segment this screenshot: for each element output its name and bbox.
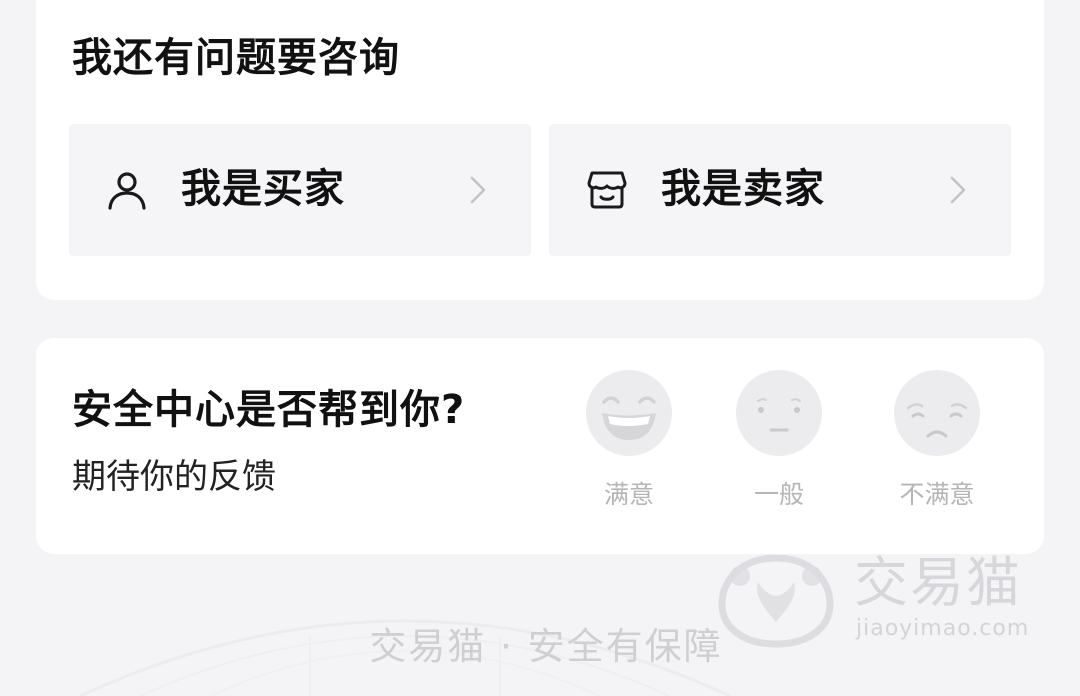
buyer-label: 我是买家 bbox=[181, 166, 345, 212]
chevron-right-icon bbox=[950, 176, 966, 204]
shop-icon bbox=[587, 171, 627, 209]
feedback-title: 安全中心是否帮到你? bbox=[72, 387, 466, 433]
laughing-face-icon bbox=[586, 370, 672, 456]
rating-satisfied-label: 满意 bbox=[603, 480, 654, 509]
neutral-face-icon bbox=[736, 370, 822, 456]
consult-card: 我还有问题要咨询 我是买家 我是卖家 bbox=[36, 0, 1044, 300]
rating-unsatisfied-button[interactable]: 不满意 bbox=[887, 368, 987, 507]
sad-face-icon bbox=[894, 370, 980, 456]
feedback-subtitle: 期待你的反馈 bbox=[72, 457, 276, 497]
buyer-entry-button[interactable]: 我是买家 bbox=[69, 124, 531, 256]
watermark-domain: jiaoyimao.com bbox=[856, 616, 1030, 641]
seller-label: 我是卖家 bbox=[661, 166, 825, 212]
watermark-brand: 交易猫 bbox=[854, 551, 1022, 614]
rating-neutral-label: 一般 bbox=[753, 480, 804, 509]
user-icon bbox=[108, 172, 146, 210]
rating-unsatisfied-label: 不满意 bbox=[899, 480, 975, 509]
chevron-right-icon bbox=[470, 176, 486, 204]
rating-satisfied-button[interactable]: 满意 bbox=[579, 368, 679, 507]
watermark: 交易猫 jiaoyimao.com bbox=[708, 548, 1038, 648]
feedback-card: 安全中心是否帮到你? 期待你的反馈 满意 一般 不满意 bbox=[36, 338, 1044, 554]
rating-neutral-button[interactable]: 一般 bbox=[729, 368, 829, 507]
seller-entry-button[interactable]: 我是卖家 bbox=[549, 124, 1011, 256]
jiaoyimao-logo-icon bbox=[718, 554, 834, 648]
consult-title: 我还有问题要咨询 bbox=[72, 35, 400, 81]
